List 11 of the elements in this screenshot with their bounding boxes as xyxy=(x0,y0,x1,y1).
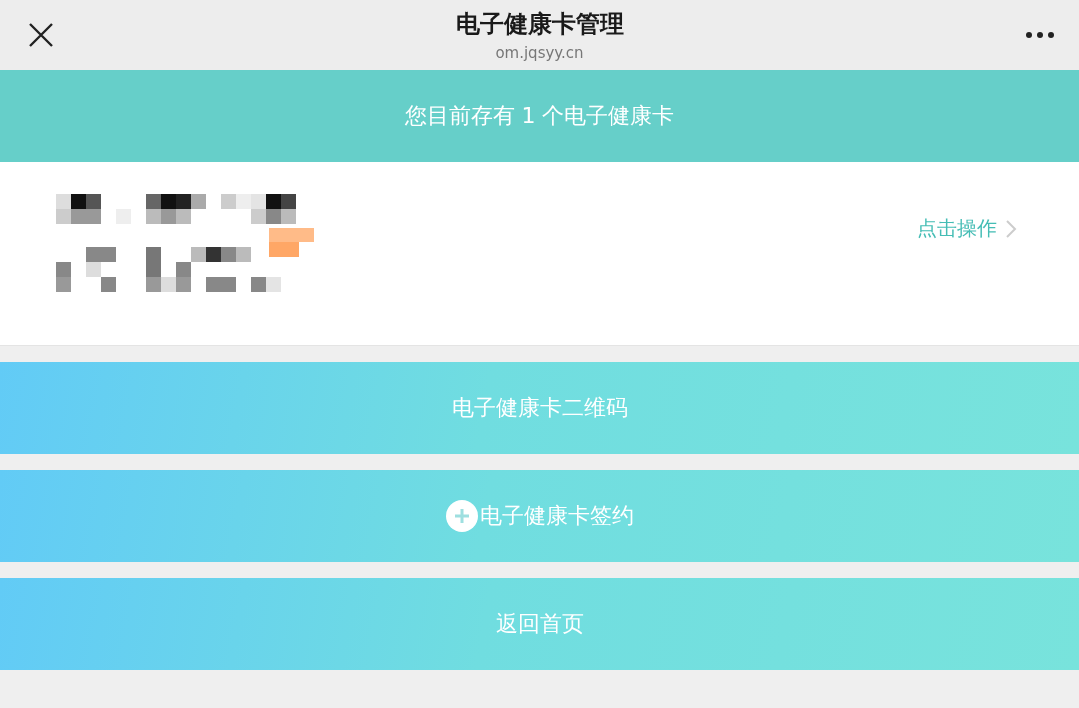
card-action-link[interactable]: 点击操作 xyxy=(917,215,1017,242)
menu-button[interactable]: 返回首页 xyxy=(0,578,1079,670)
plus-icon xyxy=(445,500,478,532)
more-button[interactable] xyxy=(1025,31,1055,39)
window-title: 电子健康卡管理 xyxy=(455,9,624,40)
chevron-icon xyxy=(1005,218,1017,239)
menu-button[interactable]: 电子健康卡签约 xyxy=(0,470,1079,562)
close-button[interactable] xyxy=(28,22,54,48)
menu-button[interactable]: 电子健康卡二维码 xyxy=(0,362,1079,454)
card-count-text: 您目前存有 1 个电子健康卡 xyxy=(404,102,675,130)
page-url: om.jqsyy.cn xyxy=(495,44,584,62)
